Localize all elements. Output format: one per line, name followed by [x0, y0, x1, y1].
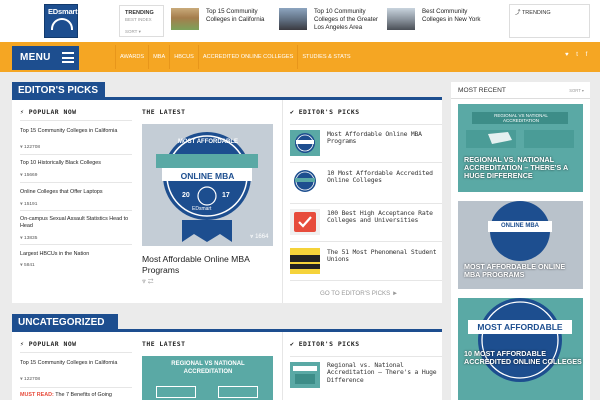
- popular-item-title[interactable]: Online Colleges that Offer Laptops: [20, 189, 130, 196]
- sort-dropdown[interactable]: SORT ▾: [125, 29, 141, 35]
- trending-label: TRENDING: [125, 10, 154, 16]
- top-bar: EDsmart TRENDING BEST INDEX SORT ▾ Top 1…: [0, 0, 600, 42]
- menu-label: MENU: [20, 52, 51, 63]
- thumb-overlay-text: MOST AFFORDABLE: [477, 322, 563, 332]
- must-read-text: The 7 Benefits of Going: [55, 392, 112, 398]
- view-count: ⩔ 122708: [20, 377, 41, 382]
- card-title[interactable]: MOST AFFORDABLE ONLINE MBA PROGRAMS: [464, 263, 582, 279]
- nav-item-hbcus[interactable]: HBCUS: [169, 45, 198, 69]
- card-title[interactable]: 10 MOST AFFORDABLE ACCREDITED ONLINE COL…: [464, 350, 582, 366]
- view-count: ⩔ 13835: [20, 236, 38, 241]
- badge-icon: [294, 170, 316, 192]
- the-latest-heading: THE LATEST: [142, 340, 186, 348]
- popular-item-title[interactable]: On-campus Sexual Assault Statistics Head…: [20, 216, 130, 230]
- editors-pick-title[interactable]: Regional vs. National Accreditation – Th…: [327, 361, 439, 384]
- badge-mid-text: ONLINE MBA: [180, 171, 235, 181]
- popular-item-title[interactable]: Top 15 Community Colleges in California: [20, 128, 130, 135]
- best-index-label: BEST INDEX: [125, 17, 152, 22]
- go-to-editors-picks-link[interactable]: GO TO EDITOR'S PICKS ►: [320, 290, 398, 297]
- trending-story[interactable]: Best Community Colleges in New York: [387, 6, 487, 36]
- must-read-line[interactable]: MUST READ: The 7 Benefits of Going: [20, 392, 112, 398]
- editors-pick-title[interactable]: 10 Most Affordable Accredited Online Col…: [327, 169, 437, 185]
- nav-items: AWARDS MBA HBCUS ACCREDITED ONLINE COLLE…: [115, 45, 355, 69]
- badge-icon: [295, 133, 315, 153]
- uncategorized-panel: ⚡ POPULAR NOW Top 15 Community Colleges …: [12, 332, 442, 400]
- popular-item-title[interactable]: Top 10 Historically Black Colleges: [20, 160, 130, 167]
- editors-pick-title[interactable]: The 51 Most Phenomenal Student Unions: [327, 248, 437, 264]
- most-recent-card[interactable]: ONLINE MBA MOST AFFORDABLE ONLINE MBA PR…: [458, 201, 583, 289]
- feature-title[interactable]: Most Affordable Online MBA Programs: [142, 254, 274, 275]
- the-latest-heading: THE LATEST: [142, 108, 186, 116]
- story-title[interactable]: Top 15 Community Colleges in California: [206, 8, 271, 24]
- editors-pick-title[interactable]: 100 Best High Acceptance Rate Colleges a…: [327, 209, 439, 225]
- hamburger-icon: [62, 52, 74, 63]
- feature-image[interactable]: MOST AFFORDABLE ONLINE MBA 20 17 EDsmart…: [142, 124, 273, 246]
- badge-year-right: 17: [222, 192, 230, 199]
- nav-item-accredited-online-colleges[interactable]: ACCREDITED ONLINE COLLEGES: [197, 45, 297, 69]
- badge-year-left: 20: [182, 192, 190, 199]
- badge-top-text: MOST AFFORDABLE: [177, 139, 239, 145]
- story-title[interactable]: Top 10 Community Colleges of the Greater…: [314, 8, 379, 32]
- banner-graphic: [290, 255, 320, 269]
- check-list-icon: [294, 212, 316, 232]
- popular-item-title[interactable]: Largest HBCUs in the Nation: [20, 251, 130, 258]
- trending-story[interactable]: Top 10 Community Colleges of the Greater…: [279, 6, 379, 36]
- thumb-overlay-text: REGIONAL VS NATIONAL ACCREDITATION: [494, 113, 548, 123]
- most-recent-card[interactable]: MOST AFFORDABLE 10 MOST AFFORDABLE ACCRE…: [458, 298, 583, 400]
- view-count: ⩔ 122708: [20, 145, 41, 150]
- card-title[interactable]: REGIONAL VS. NATIONAL ACCREDITATION – TH…: [464, 156, 582, 180]
- social-icons[interactable]: ♥ t f: [565, 52, 590, 58]
- most-recent-card[interactable]: REGIONAL VS NATIONAL ACCREDITATION REGIO…: [458, 104, 583, 192]
- editors-pick-thumbnail[interactable]: [290, 248, 320, 274]
- story-thumbnail: [387, 8, 415, 30]
- view-count: ⩔ 15669: [20, 173, 38, 178]
- story-title[interactable]: Best Community Colleges in New York: [422, 8, 487, 24]
- page: EDsmart TRENDING BEST INDEX SORT ▾ Top 1…: [0, 0, 600, 400]
- feature-view-count: ⩔ 1664: [250, 234, 269, 240]
- site-logo[interactable]: EDsmart: [44, 4, 78, 38]
- latest-thumbnail[interactable]: REGIONAL VS NATIONAL ACCREDITATION: [142, 356, 273, 400]
- editors-picks-panel: ⚡ POPULAR NOW Top 15 Community Colleges …: [12, 100, 442, 303]
- map-graphic: [293, 366, 317, 384]
- must-read-label: MUST READ:: [20, 392, 54, 398]
- menu-button[interactable]: MENU: [12, 46, 79, 70]
- trending-panel-label: ⤴ TRENDING: [515, 10, 551, 16]
- share-icon[interactable]: ⩔ ⇄: [142, 278, 154, 286]
- thumb-overlay-text: ONLINE MBA: [501, 223, 539, 229]
- trending-story[interactable]: Top 15 Community Colleges in California: [171, 6, 271, 36]
- popular-now-heading: ⚡ POPULAR NOW: [20, 340, 77, 348]
- trending-panel[interactable]: ⤴ TRENDING: [509, 4, 590, 38]
- story-thumbnail: [279, 8, 307, 30]
- badge-brand-text: EDsmart: [192, 206, 212, 212]
- popular-item-title[interactable]: Top 15 Community Colleges in California: [20, 360, 130, 367]
- latest-thumbnail-text: REGIONAL VS NATIONAL ACCREDITATION: [171, 361, 245, 375]
- view-count: ⩔ 5841: [20, 263, 35, 268]
- view-count: ⩔ 15191: [20, 202, 38, 207]
- story-thumbnail: [171, 8, 199, 30]
- editors-pick-title[interactable]: Most Affordable Online MBA Programs: [327, 130, 437, 146]
- most-recent-header: MOST RECENT SORT ▾: [451, 82, 590, 99]
- nav-item-mba[interactable]: MBA: [148, 45, 169, 69]
- logo-text: EDsmart: [48, 7, 78, 16]
- nav-item-studies-stats[interactable]: STUDIES & STATS: [297, 45, 354, 69]
- sort-dropdown[interactable]: SORT ▾: [569, 88, 584, 93]
- editors-pick-thumbnail[interactable]: [290, 130, 320, 156]
- popular-now-heading: ⚡ POPULAR NOW: [20, 108, 77, 116]
- editors-pick-thumbnail[interactable]: [290, 168, 320, 194]
- editors-pick-thumbnail[interactable]: [290, 209, 320, 235]
- editors-picks-heading: ✔ EDITOR'S PICKS: [290, 340, 360, 348]
- most-recent-title: MOST RECENT: [458, 87, 506, 94]
- nav-item-awards[interactable]: AWARDS: [115, 45, 148, 69]
- editors-picks-heading: ✔ EDITOR'S PICKS: [290, 108, 360, 116]
- trending-widget[interactable]: TRENDING BEST INDEX SORT ▾: [119, 5, 164, 37]
- editors-pick-thumbnail[interactable]: [290, 362, 320, 388]
